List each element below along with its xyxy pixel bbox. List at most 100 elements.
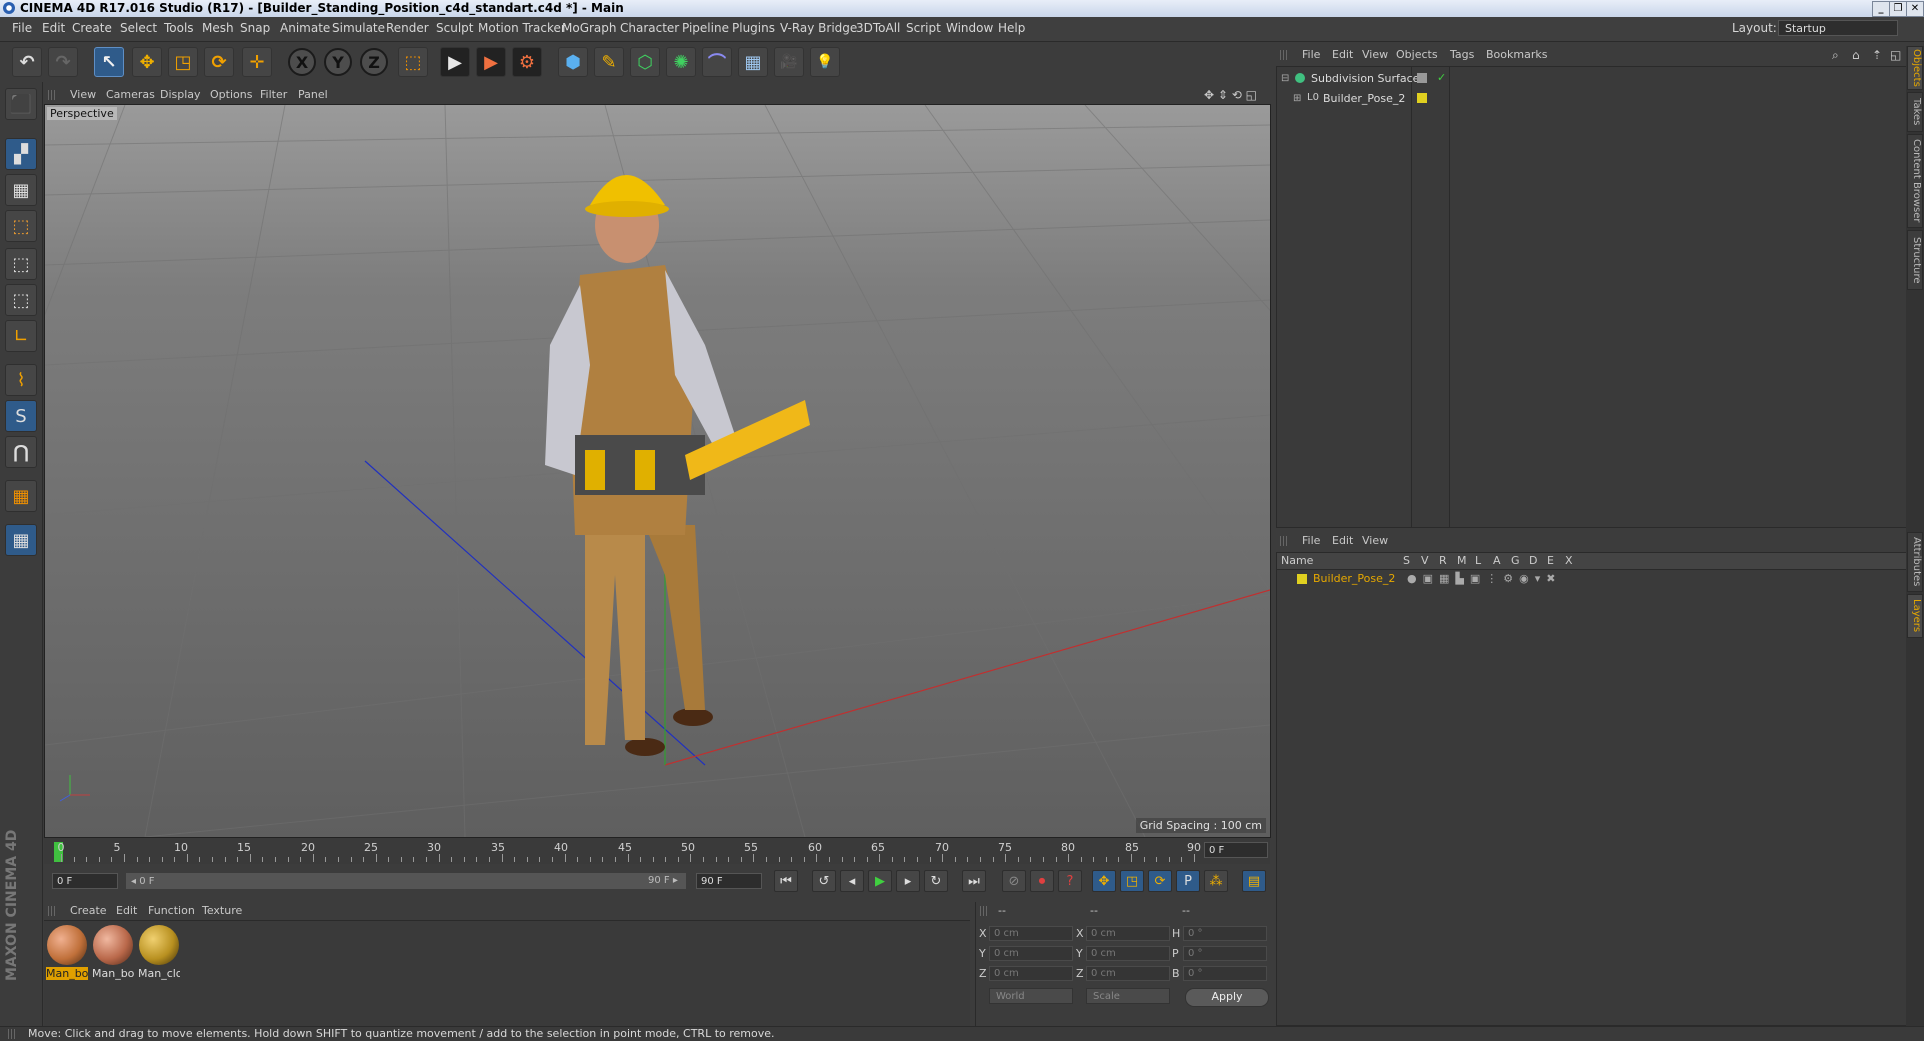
coordinate-system-button[interactable]: ⬚ <box>398 47 428 77</box>
start-frame-field[interactable]: 0 F <box>52 873 118 889</box>
panel-gripper-icon[interactable] <box>48 90 56 100</box>
apply-button[interactable]: Apply <box>1185 988 1269 1007</box>
column-s[interactable]: S <box>1403 554 1410 567</box>
menu-help[interactable]: Help <box>998 21 1025 35</box>
viewport-nav-icons[interactable]: ✥ ⇕ ⟲ ◱ <box>1204 88 1257 102</box>
viewport-menu-filter[interactable]: Filter <box>260 88 287 101</box>
size-x-field[interactable]: 0 cm <box>1086 926 1170 941</box>
light-icon[interactable]: 💡 <box>810 47 840 77</box>
up-icon[interactable]: ⇡ <box>1872 48 1882 62</box>
panel-gripper-icon[interactable] <box>1280 50 1288 60</box>
points-mode-icon[interactable]: ⬚ <box>5 248 37 280</box>
menu-snap[interactable]: Snap <box>240 21 270 35</box>
layout-dropdown[interactable]: Startup <box>1778 20 1898 36</box>
rotate-tool-button[interactable]: ⟳ <box>204 47 234 77</box>
play-button[interactable]: ▶ <box>868 870 892 892</box>
column-d[interactable]: D <box>1529 554 1537 567</box>
magnet-icon[interactable]: ▦ <box>5 480 37 512</box>
key-parameter-button[interactable]: P <box>1176 870 1200 892</box>
next-key-button[interactable]: ↻ <box>924 870 948 892</box>
panel-gripper-icon[interactable] <box>48 906 56 916</box>
prev-frame-button[interactable]: ◂ <box>840 870 864 892</box>
viewport-menu-view[interactable]: View <box>70 88 96 101</box>
menu-plugins[interactable]: Plugins <box>732 21 775 35</box>
object-name[interactable]: Subdivision Surface <box>1311 72 1419 85</box>
cube-icon[interactable]: ⬢ <box>558 47 588 77</box>
object-menu-tags[interactable]: Tags <box>1450 48 1474 61</box>
object-menu-view[interactable]: View <box>1362 48 1388 61</box>
menu-sculpt[interactable]: Sculpt <box>436 21 473 35</box>
column-r[interactable]: R <box>1439 554 1447 567</box>
menu-file[interactable]: File <box>12 21 32 35</box>
texture-mode-icon[interactable]: ▦ <box>5 174 37 206</box>
rotation-b-field[interactable]: 0 ° <box>1183 966 1267 981</box>
position-y-field[interactable]: 0 cm <box>989 946 1073 961</box>
menu-window[interactable]: Window <box>946 21 993 35</box>
layer-row[interactable]: Builder_Pose_2 ●▣▦▙▣⋮⚙◉▾✖ <box>1277 571 1907 589</box>
size-y-field[interactable]: 0 cm <box>1086 946 1170 961</box>
column-l[interactable]: L <box>1475 554 1481 567</box>
next-frame-button[interactable]: ▸ <box>896 870 920 892</box>
select-tool-button[interactable]: ↖ <box>94 47 124 77</box>
lock-workplane-icon[interactable]: ▦ <box>5 524 37 556</box>
enabled-check-icon[interactable]: ✓ <box>1437 71 1446 84</box>
subdivision-surface-icon[interactable]: ⬡ <box>630 47 660 77</box>
object-name[interactable]: Builder_Pose_2 <box>1323 92 1405 105</box>
panel-gripper-icon[interactable] <box>980 906 988 916</box>
column-m[interactable]: M <box>1457 554 1467 567</box>
menu-mesh[interactable]: Mesh <box>202 21 234 35</box>
tab-objects[interactable]: Objects <box>1907 46 1923 90</box>
size-z-field[interactable]: 0 cm <box>1086 966 1170 981</box>
menu-3dtoall[interactable]: 3DToAll <box>856 21 900 35</box>
viewport-menu-display[interactable]: Display <box>160 88 201 101</box>
goto-end-button[interactable]: ⏭ <box>962 870 986 892</box>
layer-menu-file[interactable]: File <box>1302 534 1320 547</box>
column-v[interactable]: V <box>1421 554 1429 567</box>
model-mode-icon[interactable]: ▞ <box>5 138 37 170</box>
expand-icon[interactable]: ⊞ <box>1293 93 1301 104</box>
key-scale-button[interactable]: ◳ <box>1120 870 1144 892</box>
object-row[interactable]: ⊟ Subdivision Surface ✓ <box>1277 71 1907 89</box>
menu-pipeline[interactable]: Pipeline <box>682 21 729 35</box>
timeline[interactable]: 0 5 10 15 20 25 30 35 40 45 50 55 60 65 … <box>44 838 1270 864</box>
object-menu-file[interactable]: File <box>1302 48 1320 61</box>
viewport-label[interactable]: Perspective <box>47 107 117 120</box>
redo-button[interactable]: ↷ <box>48 47 78 77</box>
material-swatch[interactable]: Man_bod <box>46 925 88 980</box>
key-pla-button[interactable]: ⁂ <box>1204 870 1228 892</box>
tab-layers[interactable]: Layers <box>1907 594 1923 638</box>
tab-attributes[interactable]: Attributes <box>1907 532 1923 592</box>
range-end-label[interactable]: 90 F ▸ <box>644 873 686 889</box>
timeline-window-button[interactable]: ▤ <box>1242 870 1266 892</box>
pen-icon[interactable]: ✎ <box>594 47 624 77</box>
material-menu-function[interactable]: Function <box>148 904 195 917</box>
menu-motion-tracker[interactable]: Motion Tracker <box>478 21 566 35</box>
menu-simulate[interactable]: Simulate <box>332 21 385 35</box>
material-swatch[interactable]: Man_clot <box>138 925 180 980</box>
menu-render[interactable]: Render <box>386 21 429 35</box>
menu-select[interactable]: Select <box>120 21 157 35</box>
rotation-p-field[interactable]: 0 ° <box>1183 946 1267 961</box>
current-frame-field[interactable]: 0 F <box>1204 842 1268 858</box>
render-view-button[interactable]: ▶ <box>440 47 470 77</box>
panel-gripper-icon[interactable] <box>1280 536 1288 546</box>
record-off-button[interactable]: ⊘ <box>1002 870 1026 892</box>
material-menu-texture[interactable]: Texture <box>202 904 242 917</box>
menu-mograph[interactable]: MoGraph <box>562 21 617 35</box>
key-position-button[interactable]: ✥ <box>1092 870 1116 892</box>
live-selection-button[interactable]: ✛ <box>242 47 272 77</box>
minimize-button[interactable]: _ <box>1872 1 1890 17</box>
scale-tool-button[interactable]: ◳ <box>168 47 198 77</box>
object-menu-bookmarks[interactable]: Bookmarks <box>1486 48 1547 61</box>
tab-takes[interactable]: Takes <box>1907 92 1923 132</box>
material-menu-create[interactable]: Create <box>70 904 107 917</box>
layer-name[interactable]: Builder_Pose_2 <box>1313 572 1395 585</box>
menu-animate[interactable]: Animate <box>280 21 330 35</box>
layer-menu-edit[interactable]: Edit <box>1332 534 1353 547</box>
render-settings-button[interactable]: ⚙ <box>512 47 542 77</box>
snap-icon[interactable]: ⋂ <box>5 436 37 468</box>
home-icon[interactable]: ⌂ <box>1852 48 1860 62</box>
move-tool-button[interactable]: ✥ <box>132 47 162 77</box>
menu-edit[interactable]: Edit <box>42 21 65 35</box>
key-rotation-button[interactable]: ⟳ <box>1148 870 1172 892</box>
